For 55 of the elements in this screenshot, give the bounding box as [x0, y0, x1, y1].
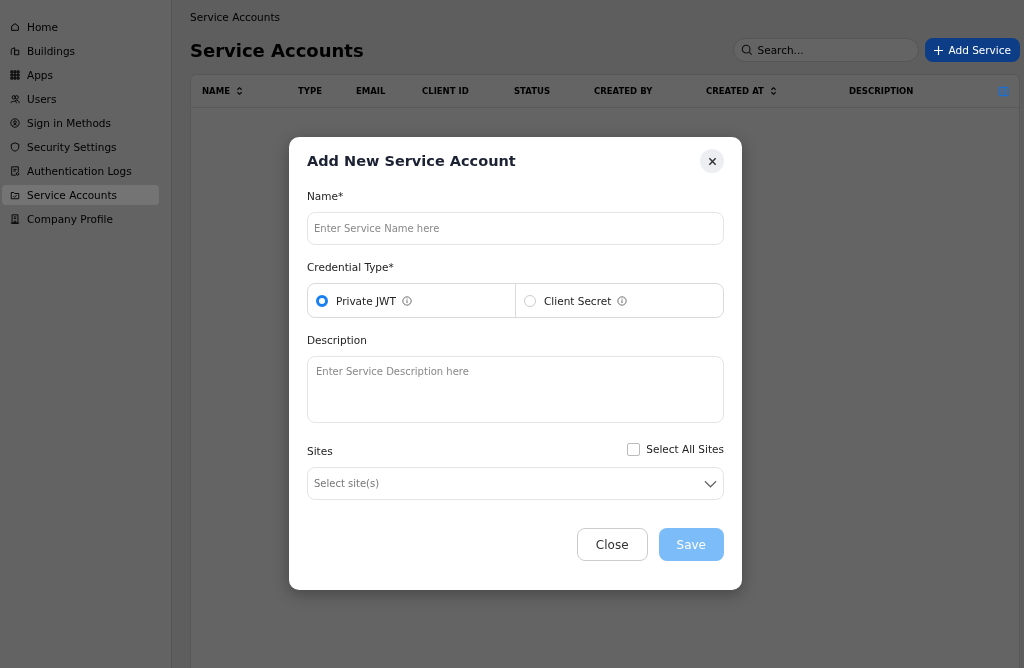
- nav-item[interactable]: Sign in Methods: [2, 113, 159, 133]
- grid-icon: [10, 70, 20, 80]
- badge-icon: [10, 118, 20, 128]
- nav-item[interactable]: Authentication Logs: [2, 161, 159, 181]
- info-icon[interactable]: [401, 295, 412, 306]
- plus-icon: [933, 45, 943, 55]
- page-title: Service Accounts: [190, 39, 364, 61]
- checkbox-label: Select All Sites: [646, 443, 724, 455]
- checkbox[interactable]: [627, 442, 641, 456]
- column-header[interactable]: EMAIL: [356, 86, 386, 96]
- nav-item[interactable]: Apps: [2, 65, 159, 85]
- nav-item[interactable]: Company Profile: [2, 209, 159, 229]
- column-header[interactable]: NAME: [202, 86, 243, 96]
- name-field[interactable]: Enter Service Name here: [307, 212, 724, 245]
- radio-label: Client Secret: [544, 294, 612, 307]
- column-header[interactable]: CLIENT ID: [422, 86, 469, 96]
- nav-item[interactable]: Home: [2, 17, 159, 37]
- column-header[interactable]: TYPE: [298, 86, 322, 96]
- column-header[interactable]: CREATED BY: [594, 86, 653, 96]
- field-label: Credential Type*: [307, 261, 395, 273]
- close-dialog-button[interactable]: Close: [576, 528, 648, 561]
- dialog-title: Add New Service Account: [307, 153, 516, 169]
- building-icon: [10, 46, 20, 56]
- radio-label: Private JWT: [336, 294, 396, 307]
- shield-icon: [10, 142, 20, 152]
- add-service-button[interactable]: Add Service: [924, 38, 1020, 62]
- sort-icon[interactable]: [235, 86, 243, 96]
- nav-item[interactable]: Buildings: [2, 41, 159, 61]
- close-icon: [707, 156, 717, 166]
- column-header[interactable]: CREATED AT: [706, 86, 777, 96]
- home-icon: [10, 22, 20, 32]
- field-label: Description: [307, 334, 368, 346]
- column-header[interactable]: STATUS: [514, 86, 550, 96]
- field-label: Name*: [307, 190, 345, 202]
- radio-option[interactable]: Private JWT: [308, 284, 515, 317]
- folder-icon: [10, 190, 20, 200]
- radio-option[interactable]: Client Secret: [515, 284, 723, 317]
- info-icon[interactable]: [617, 295, 628, 306]
- radio-button[interactable]: [316, 294, 328, 307]
- nav-item[interactable]: Service Accounts: [2, 185, 159, 205]
- sort-icon[interactable]: [769, 86, 777, 96]
- search-icon: [740, 44, 753, 56]
- breadcrumb[interactable]: Service Accounts: [190, 11, 280, 23]
- close-button[interactable]: [700, 149, 724, 173]
- document-icon: [10, 166, 20, 176]
- description-field[interactable]: Enter Service Description here: [307, 356, 724, 423]
- sites-dropdown[interactable]: Select site(s): [307, 467, 724, 500]
- search-field[interactable]: Search...: [732, 38, 919, 62]
- chevron-down-icon: [704, 479, 717, 488]
- column-header[interactable]: DESCRIPTION: [849, 86, 914, 96]
- nav-item[interactable]: Users: [2, 89, 159, 109]
- users-icon: [10, 94, 20, 104]
- office-icon: [10, 214, 20, 224]
- field-label: Sites: [307, 445, 333, 457]
- nav-item[interactable]: Security Settings: [2, 137, 159, 157]
